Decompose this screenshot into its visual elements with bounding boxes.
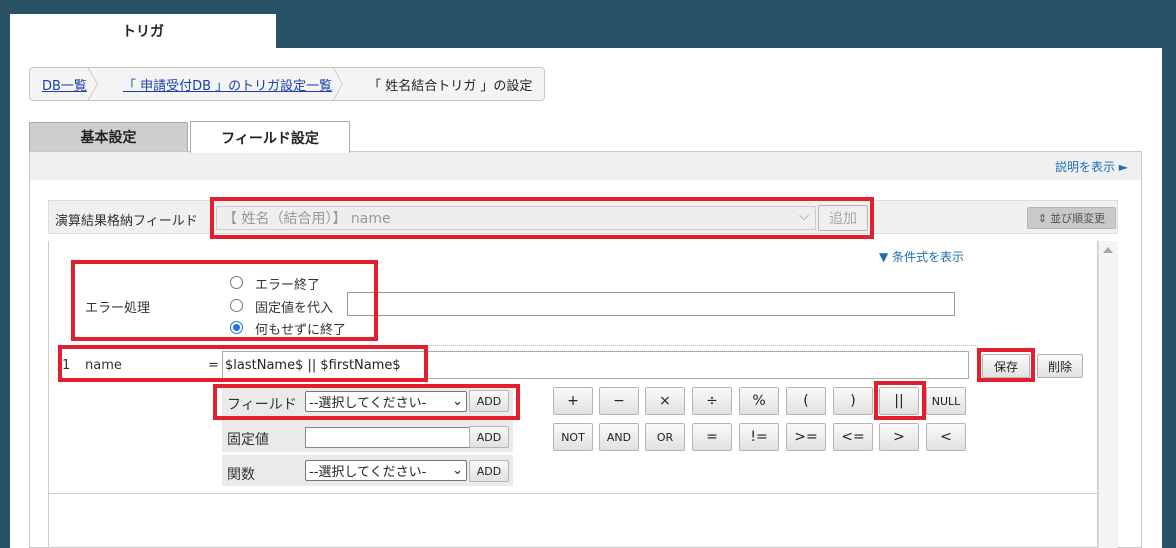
builder-func-select[interactable]: --選択してください- ⌄ (305, 460, 467, 481)
breadcrumb-current-label: 「 姓名結合トリガ 」の設定 (368, 78, 533, 94)
divider (48, 493, 1098, 494)
reorder-button-label: 並び順変更 (1050, 212, 1106, 225)
formula-index: 1 (62, 358, 71, 373)
chevron-down-icon: ⌵ (799, 209, 809, 224)
option-fixed-value-label: 固定値を代入 (255, 301, 334, 316)
formula-field-name: name (85, 358, 122, 373)
op-or-button[interactable]: OR (645, 423, 685, 451)
chevron-down-icon: ⌄ (452, 394, 463, 409)
sort-icon: ⇕ (1037, 211, 1048, 225)
result-field-label: 演算結果格納フィールド (55, 214, 198, 229)
builder-field-label: フィールド (227, 397, 297, 413)
builder-fixed-label: 固定値 (227, 432, 269, 448)
breadcrumb-current: 「 姓名結合トリガ 」の設定 (356, 68, 544, 100)
op-and-button[interactable]: AND (599, 423, 639, 451)
builder-func-select-value: --選択してください- (309, 465, 427, 480)
op-lte-button[interactable]: <= (833, 423, 873, 451)
op-gt-button[interactable]: > (879, 423, 919, 451)
breadcrumb-trigger-list-link[interactable]: 「 申請受付DB 」のトリガ設定一覧 (123, 75, 332, 94)
tab-trigger[interactable]: トリガ (10, 14, 276, 48)
radio-do-nothing[interactable] (230, 321, 243, 334)
radio-error-exit[interactable] (230, 276, 243, 289)
op-lt-button[interactable]: < (926, 423, 966, 451)
builder-field-select-value: --選択してください- (309, 396, 427, 411)
error-handling-label: エラー処理 (85, 301, 151, 316)
add-func-button[interactable]: ADD (469, 460, 509, 482)
vertical-scrollbar[interactable] (1098, 241, 1118, 548)
add-result-field-button[interactable]: 追加 (818, 205, 868, 231)
breadcrumb-separator (97, 68, 111, 100)
formula-expression-input[interactable]: $lastName$ || $firstName$ (222, 351, 969, 379)
breadcrumb-separator (342, 68, 356, 100)
result-field-select[interactable]: 【 姓名（結合用）】 name ⌵ (216, 206, 816, 230)
op-null-button[interactable]: NULL (926, 387, 966, 415)
tab-basic-settings[interactable]: 基本設定 (29, 122, 188, 152)
tab-field-settings[interactable]: フィールド設定 (190, 121, 350, 153)
add-fixed-button[interactable]: ADD (469, 426, 509, 448)
builder-field-select[interactable]: --選択してください- ⌄ (305, 391, 467, 412)
formula-expression-value: $lastName$ || $firstName$ (225, 358, 401, 373)
op-modulo-button[interactable]: % (739, 387, 779, 415)
op-close-paren-button[interactable]: ) (833, 387, 873, 415)
op-concat-button[interactable]: || (879, 387, 919, 415)
op-plus-button[interactable]: + (553, 387, 593, 415)
op-minus-button[interactable]: − (599, 387, 639, 415)
op-not-equal-button[interactable]: != (739, 423, 779, 451)
add-field-button[interactable]: ADD (469, 390, 509, 412)
scroll-up-icon[interactable] (1103, 247, 1113, 253)
delete-button[interactable]: 削除 (1037, 354, 1083, 378)
breadcrumb-db-list[interactable]: DB一覧 (30, 68, 97, 100)
breadcrumb-trigger-list[interactable]: 「 申請受付DB 」のトリガ設定一覧 (111, 68, 342, 100)
divider (60, 345, 978, 346)
breadcrumb-db-list-link[interactable]: DB一覧 (42, 75, 87, 94)
show-help-link[interactable]: 説明を表示 ► (1055, 158, 1128, 175)
builder-fixed-input[interactable] (305, 427, 470, 448)
option-do-nothing-label: 何もせずに終了 (255, 323, 347, 338)
radio-fixed-value[interactable] (230, 299, 243, 312)
op-not-button[interactable]: NOT (553, 423, 593, 451)
reorder-button[interactable]: ⇕ 並び順変更 (1027, 207, 1116, 229)
option-error-exit-label: エラー終了 (255, 278, 321, 293)
op-multiply-button[interactable]: × (645, 387, 685, 415)
breadcrumb: DB一覧 「 申請受付DB 」のトリガ設定一覧 「 姓名結合トリガ 」の設定 (29, 67, 546, 101)
formula-equals: = (208, 358, 219, 373)
chevron-down-icon: ⌄ (452, 463, 463, 478)
op-open-paren-button[interactable]: ( (786, 387, 826, 415)
tab-header-band (29, 151, 1142, 181)
builder-func-label: 関数 (227, 467, 255, 483)
op-equal-button[interactable]: = (692, 423, 732, 451)
result-field-value: 【 姓名（結合用）】 name (223, 211, 391, 227)
op-divide-button[interactable]: ÷ (692, 387, 732, 415)
error-fixed-value-input[interactable] (347, 292, 955, 316)
op-gte-button[interactable]: >= (786, 423, 826, 451)
show-condition-link[interactable]: ▼ 条件式を表示 (879, 248, 964, 265)
save-button[interactable]: 保存 (982, 354, 1030, 378)
